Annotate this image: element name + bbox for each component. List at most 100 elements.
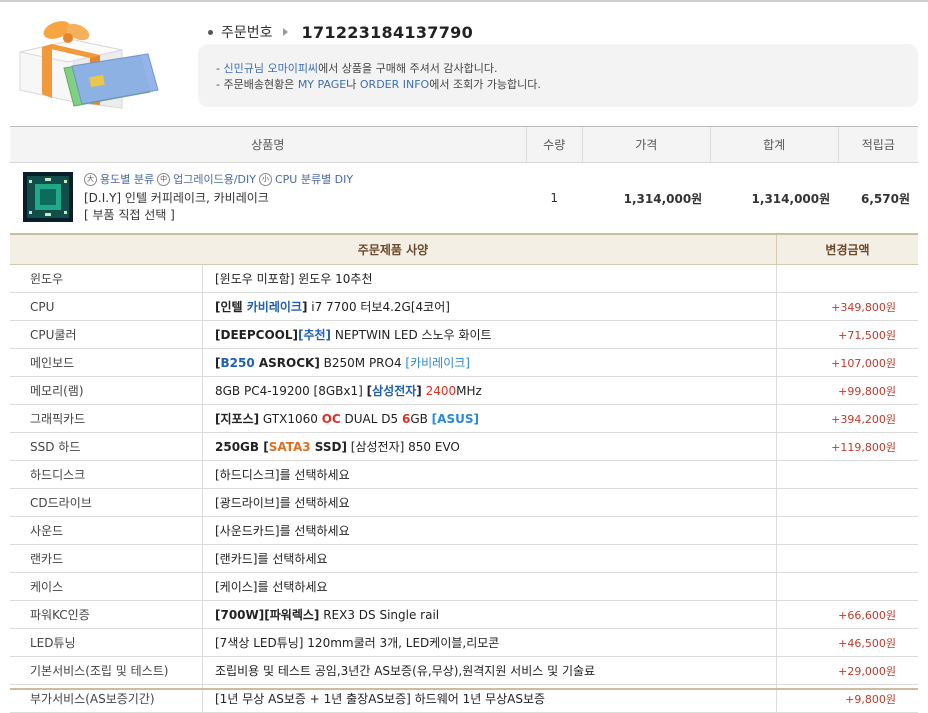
order-number-value: 171223184137790 — [301, 22, 474, 42]
my-page-link[interactable]: MY PAGE — [298, 78, 346, 91]
cpu-chip-product-icon[interactable] — [23, 172, 73, 222]
notice-text: 에서 조회가 가능합니다. — [429, 78, 541, 91]
spec-text: [하드디스크]를 선택하세요 — [215, 468, 350, 482]
spec-text: SSD] — [310, 440, 347, 454]
spec-value: 8GB PC4-19200 [8GBx1] [삼성전자] 2400MHz — [202, 376, 777, 405]
category-small-badge: 小 — [258, 172, 272, 186]
category-medium-link[interactable]: 업그레이드용/DIY — [173, 171, 256, 187]
spec-text: [700W][파워렉스] — [215, 608, 320, 622]
col-price: 가격 — [581, 126, 711, 163]
spec-text: 카비레이크 — [246, 300, 302, 314]
spec-change — [776, 516, 918, 545]
spec-header-label: 주문제품 사양 — [10, 233, 777, 265]
spec-label: 기본서비스(조립 및 테스트) — [10, 656, 203, 685]
category-breadcrumb: 大 용도별 분류 中 업그레이드용/DIY 小 CPU 분류별 DIY — [84, 171, 353, 187]
spec-row-sound: 사운드 [사운드카드]를 선택하세요 — [10, 516, 918, 545]
spec-change: +394,200원 — [776, 404, 918, 433]
spec-table-header: 주문제품 사양 변경금액 — [10, 233, 918, 265]
product-row: 大 용도별 분류 中 업그레이드용/DIY 小 CPU 분류별 DIY [D.I… — [10, 162, 918, 234]
spec-text: [광드라이브]를 선택하세요 — [215, 496, 350, 510]
product-option: [ 부품 직접 선택 ] — [84, 208, 175, 222]
notice-text: - 주문배송현황은 — [216, 78, 298, 91]
spec-row-power: 파워KC인증 [700W][파워렉스] REX3 DS Single rail … — [10, 600, 918, 629]
spec-row-led: LED튜닝 [7색상 LED튜닝] 120mm쿨러 3개, LED케이블,리모콘… — [10, 628, 918, 657]
spec-change — [776, 488, 918, 517]
bullet-icon — [208, 29, 213, 35]
change-header-label: 변경금액 — [776, 233, 918, 265]
spec-text: 조립비용 및 테스트 공임,3년간 AS보증(유,무상),원격지원 서비스 및 … — [215, 664, 596, 678]
spec-value: [DEEPCOOL][추천] NEPTWIN LED 스노우 화이트 — [202, 320, 777, 349]
spec-text: [ASUS] — [431, 412, 479, 426]
spec-text: 삼성전자 — [372, 384, 417, 398]
spec-text: 250GB [ — [215, 440, 269, 454]
spec-text: [케이스]를 선택하세요 — [215, 580, 328, 594]
spec-change — [776, 460, 918, 489]
spec-value: [윈도우 미포함] 윈도우 10추천 — [202, 264, 777, 293]
spec-text: [카비레이크] — [405, 356, 470, 370]
spec-change: +349,800원 — [776, 292, 918, 321]
category-large-link[interactable]: 용도별 분류 — [100, 171, 154, 187]
thank-you-notice: - 신민규님 오마이피씨에서 상품을 구매해 주셔서 감사합니다. - 주문배송… — [198, 44, 918, 107]
spec-text: 2400 — [425, 384, 457, 398]
spec-text: DUAL D5 — [340, 412, 402, 426]
spec-text: 8GB PC4-19200 [8GBx1] — [215, 384, 367, 398]
order-info-link[interactable]: ORDER INFO — [360, 78, 429, 91]
spec-change: +119,800원 — [776, 432, 918, 461]
product-points: 6,570원 — [838, 162, 918, 234]
spec-label: CPU — [10, 292, 203, 321]
product-qty: 1 — [526, 162, 583, 234]
notice-text: 나 — [346, 78, 360, 91]
spec-change: +71,500원 — [776, 320, 918, 349]
spec-text: [지포스] — [215, 412, 260, 426]
spec-text: ] — [416, 384, 422, 398]
spec-label: 메모리(램) — [10, 376, 203, 405]
spec-value: [인텔 카비레이크] i7 7700 터보4.2G[4코어] — [202, 292, 777, 321]
spec-label: 메인보드 — [10, 348, 203, 377]
spec-text: B250M PRO4 — [319, 356, 406, 370]
product-name[interactable]: [D.I.Y] 인텔 커피레이크, 카비레이크 — [84, 189, 269, 206]
notice-line-2: - 주문배송현황은 MY PAGE나 ORDER INFO에서 조회가 가능합니… — [216, 76, 541, 92]
spec-value: [B250 ASROCK] B250M PRO4 [카비레이크] — [202, 348, 777, 377]
col-points: 적립금 — [837, 126, 918, 163]
spec-row-mainboard: 메인보드 [B250 ASROCK] B250M PRO4 [카비레이크] +1… — [10, 348, 918, 377]
spec-change: +99,800원 — [776, 376, 918, 405]
spec-row-cd: CD드라이브 [광드라이브]를 선택하세요 — [10, 488, 918, 517]
spec-value: 250GB [SATA3 SSD] [삼성전자] 850 EVO — [202, 432, 777, 461]
spec-change — [776, 572, 918, 601]
spec-change: +46,500원 — [776, 628, 918, 657]
notice-line-1: - 신민규님 오마이피씨에서 상품을 구매해 주셔서 감사합니다. — [216, 60, 497, 76]
spec-label: 케이스 — [10, 572, 203, 601]
spec-text: ASROCK] — [254, 356, 320, 370]
col-qty: 수량 — [525, 126, 583, 163]
spec-value: [7색상 LED튜닝] 120mm쿨러 3개, LED케이블,리모콘 — [202, 628, 777, 657]
spec-label: 파워KC인증 — [10, 600, 203, 629]
spec-row-cooler: CPU쿨러 [DEEPCOOL][추천] NEPTWIN LED 스노우 화이트… — [10, 320, 918, 349]
spec-text: [윈도우 미포함] 윈도우 10추천 — [215, 272, 373, 286]
spec-value: [700W][파워렉스] REX3 DS Single rail — [202, 600, 777, 629]
spec-value: 조립비용 및 테스트 공임,3년간 AS보증(유,무상),원격지원 서비스 및 … — [202, 656, 777, 685]
col-product-name: 상품명 — [10, 126, 527, 163]
spec-row-ssd: SSD 하드 250GB [SATA3 SSD] [삼성전자] 850 EVO … — [10, 432, 918, 461]
spec-change — [776, 544, 918, 573]
spec-label: LED튜닝 — [10, 628, 203, 657]
category-small-link[interactable]: CPU 분류별 DIY — [275, 171, 353, 187]
spec-value: [사운드카드]를 선택하세요 — [202, 516, 777, 545]
spec-row-lan: 랜카드 [랜카드]를 선택하세요 — [10, 544, 918, 573]
spec-text: GTX1060 — [259, 412, 322, 426]
spec-label: 하드디스크 — [10, 460, 203, 489]
bottom-border — [10, 688, 918, 690]
order-number-label: 주문번호 — [221, 25, 273, 41]
spec-change: +66,600원 — [776, 600, 918, 629]
spec-change — [776, 264, 918, 293]
spec-text: [7색상 LED튜닝] 120mm쿨러 3개, LED케이블,리모콘 — [215, 636, 500, 650]
shop-name: 오마이피씨 — [267, 62, 319, 75]
product-table: 상품명 수량 가격 합계 적립금 大 용도별 분류 中 업그레이드용/DIY 小… — [10, 126, 918, 234]
order-number-row: 주문번호 171223184137790 — [208, 22, 473, 42]
product-price: 1,314,000원 — [582, 162, 711, 234]
spec-text: [사운드카드]를 선택하세요 — [215, 524, 350, 538]
spec-row-cpu: CPU [인텔 카비레이크] i7 7700 터보4.2G[4코어] +349,… — [10, 292, 918, 321]
spec-row-hdd: 하드디스크 [하드디스크]를 선택하세요 — [10, 460, 918, 489]
arrow-right-icon — [282, 28, 288, 36]
spec-change: +29,000원 — [776, 656, 918, 685]
spec-table: 주문제품 사양 변경금액 윈도우 [윈도우 미포함] 윈도우 10추천 CPU … — [10, 233, 918, 713]
